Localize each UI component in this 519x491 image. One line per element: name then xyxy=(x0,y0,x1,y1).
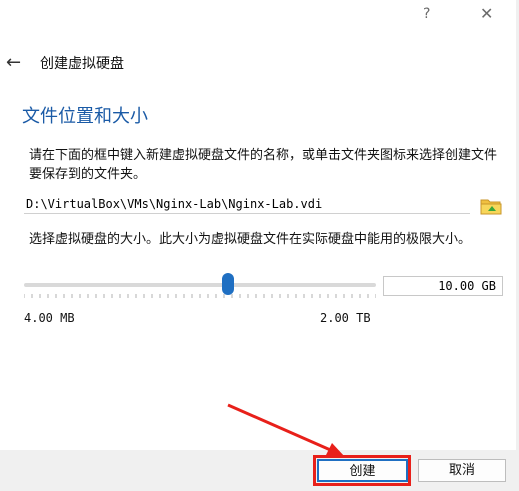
cancel-button[interactable]: 取消 xyxy=(418,459,506,482)
size-slider-track[interactable] xyxy=(24,283,376,287)
back-arrow-icon[interactable]: ← xyxy=(6,52,21,73)
slider-max-label: 2.00 TB xyxy=(320,311,371,325)
create-button[interactable]: 创建 xyxy=(317,459,408,482)
folder-open-icon[interactable] xyxy=(480,196,502,216)
size-value-input[interactable]: 10.00 GB xyxy=(383,276,503,296)
size-slider-thumb[interactable] xyxy=(222,273,235,295)
close-button[interactable]: ✕ xyxy=(480,4,493,23)
section-title: 文件位置和大小 xyxy=(22,106,148,127)
size-description: 选择虚拟硬盘的大小。此大小为虚拟硬盘文件在实际硬盘中能用的极限大小。 xyxy=(29,232,472,247)
slider-ticks xyxy=(24,294,376,298)
location-description: 请在下面的框中键入新建虚拟硬盘文件的名称，或单击文件夹图标来选择创建文件要保存到… xyxy=(29,148,498,182)
slider-min-label: 4.00 MB xyxy=(24,311,75,325)
wizard-title: 创建虚拟硬盘 xyxy=(40,56,124,72)
file-path-input[interactable] xyxy=(24,195,470,214)
help-button[interactable]: ? xyxy=(423,6,430,22)
